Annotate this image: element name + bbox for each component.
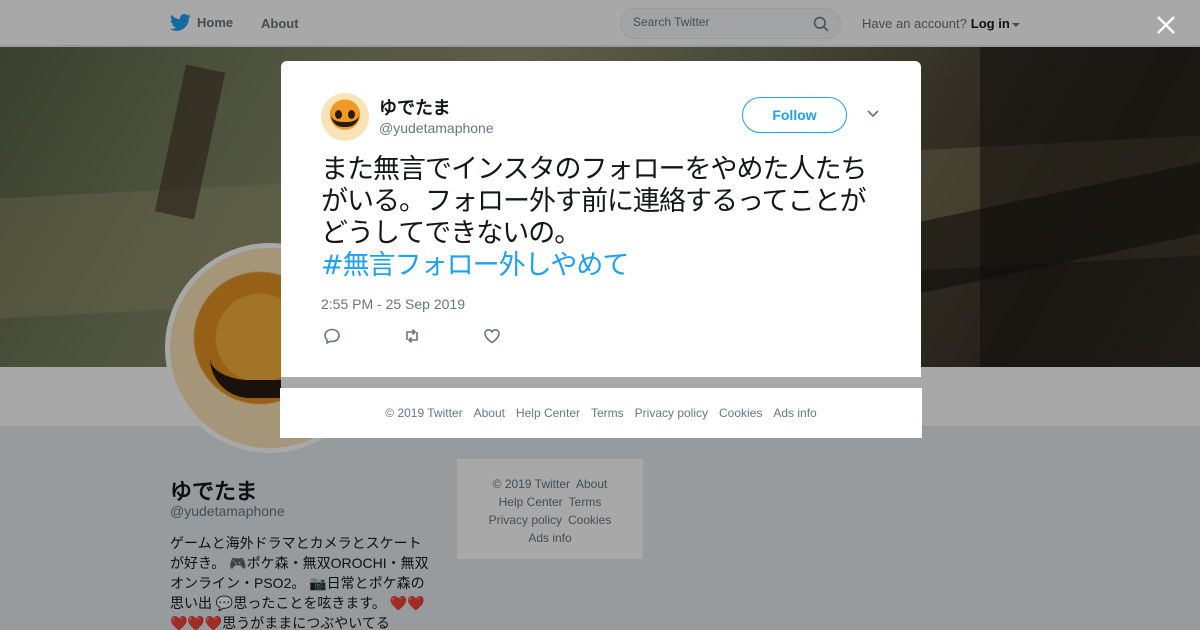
retweet-icon[interactable]: [403, 327, 421, 345]
modal-footer-copyright: © 2019 Twitter: [385, 406, 463, 420]
modal-footer-terms-link[interactable]: Terms: [591, 406, 624, 420]
modal-footer-privacy-link[interactable]: Privacy policy: [635, 406, 708, 420]
modal-footer-help-link[interactable]: Help Center: [516, 406, 580, 420]
tweet-author-avatar[interactable]: [321, 93, 369, 141]
tweet-modal: ゆでたま @yudetamaphone Follow また無言でインスタのフォロ…: [281, 61, 921, 377]
modal-footer: © 2019 Twitter About Help Center Terms P…: [280, 388, 922, 438]
modal-divider: [281, 377, 921, 388]
tweet-actions: [323, 327, 501, 345]
modal-footer-about-link[interactable]: About: [474, 406, 505, 420]
modal-footer-cookies-link[interactable]: Cookies: [719, 406, 762, 420]
follow-button[interactable]: Follow: [742, 97, 847, 133]
heart-icon[interactable]: [483, 327, 501, 345]
tweet-author-name[interactable]: ゆでたま: [379, 94, 450, 120]
modal-backdrop-top[interactable]: [0, 0, 1200, 47]
tweet-body: また無言でインスタのフォローをやめた人たちがいる。フォロー外す前に連絡するってこ…: [321, 154, 867, 249]
modal-footer-ads-link[interactable]: Ads info: [773, 406, 816, 420]
tweet-text: また無言でインスタのフォローをやめた人たちがいる。フォロー外す前に連絡するってこ…: [321, 154, 891, 282]
chevron-down-icon[interactable]: [866, 109, 880, 119]
tweet-timestamp[interactable]: 2:55 PM - 25 Sep 2019: [321, 296, 465, 312]
reply-icon[interactable]: [323, 327, 341, 345]
tweet-hashtag-link[interactable]: #無言フォロー外しやめて: [321, 250, 891, 282]
close-icon[interactable]: [1156, 15, 1176, 35]
tweet-author-handle[interactable]: @yudetamaphone: [379, 120, 494, 136]
